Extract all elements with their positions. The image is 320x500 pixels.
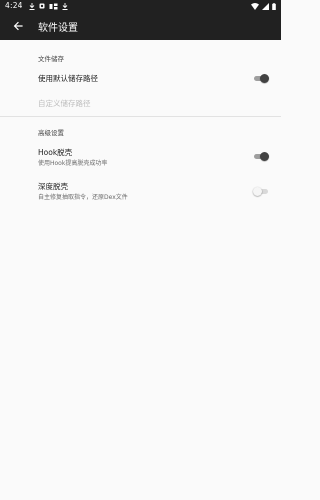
app-bar: 软件设置 [0, 12, 281, 40]
status-notification-icons [29, 2, 68, 10]
pref-summary-hook-unpack: 使用Hook提高脱壳成功率 [38, 160, 108, 167]
app-root: 4:24 软件设置 文件储存 使用默认储存路径 自定义储存路径 高级设置 Hoo… [0, 0, 281, 500]
page-title: 软件设置 [38, 22, 78, 34]
battery-icon [272, 2, 276, 10]
download-icon [62, 2, 68, 10]
deep-unpack-switch[interactable] [253, 186, 269, 196]
status-system-icons [251, 2, 276, 10]
switch-thumb [260, 152, 269, 161]
back-button[interactable] [0, 12, 36, 40]
switch-thumb [253, 187, 262, 196]
status-time: 4:24 [5, 1, 23, 10]
pref-title-custom-path: 自定义储存路径 [38, 99, 91, 108]
pref-custom-path: 自定义储存路径 [0, 92, 281, 114]
pref-summary-deep-unpack: 自主修复抽取指令，还原Dex文件 [38, 194, 128, 201]
wifi-icon [251, 2, 259, 10]
pref-title-hook-unpack: Hook脱壳 [38, 148, 73, 157]
switch-thumb [260, 74, 269, 83]
signal-icon [262, 2, 269, 10]
pref-use-default-path[interactable]: 使用默认储存路径 [0, 66, 281, 90]
hook-unpack-switch[interactable] [253, 151, 269, 161]
pref-deep-unpack[interactable]: 深度脱壳 自主修复抽取指令，还原Dex文件 [0, 176, 281, 206]
section-divider [0, 116, 281, 117]
pref-hook-unpack[interactable]: Hook脱壳 使用Hook提高脱壳成功率 [0, 142, 281, 172]
notification-app-icon [49, 3, 58, 9]
section-header-advanced: 高级设置 [38, 129, 64, 137]
arrow-back-icon [13, 21, 23, 31]
download-icon [29, 2, 35, 10]
pref-title-deep-unpack: 深度脱壳 [38, 182, 68, 191]
use-default-path-switch[interactable] [253, 73, 269, 83]
status-bar: 4:24 [0, 0, 281, 12]
section-header-storage: 文件储存 [38, 55, 64, 63]
record-icon [39, 3, 45, 9]
pref-title-use-default-path: 使用默认储存路径 [38, 74, 98, 83]
